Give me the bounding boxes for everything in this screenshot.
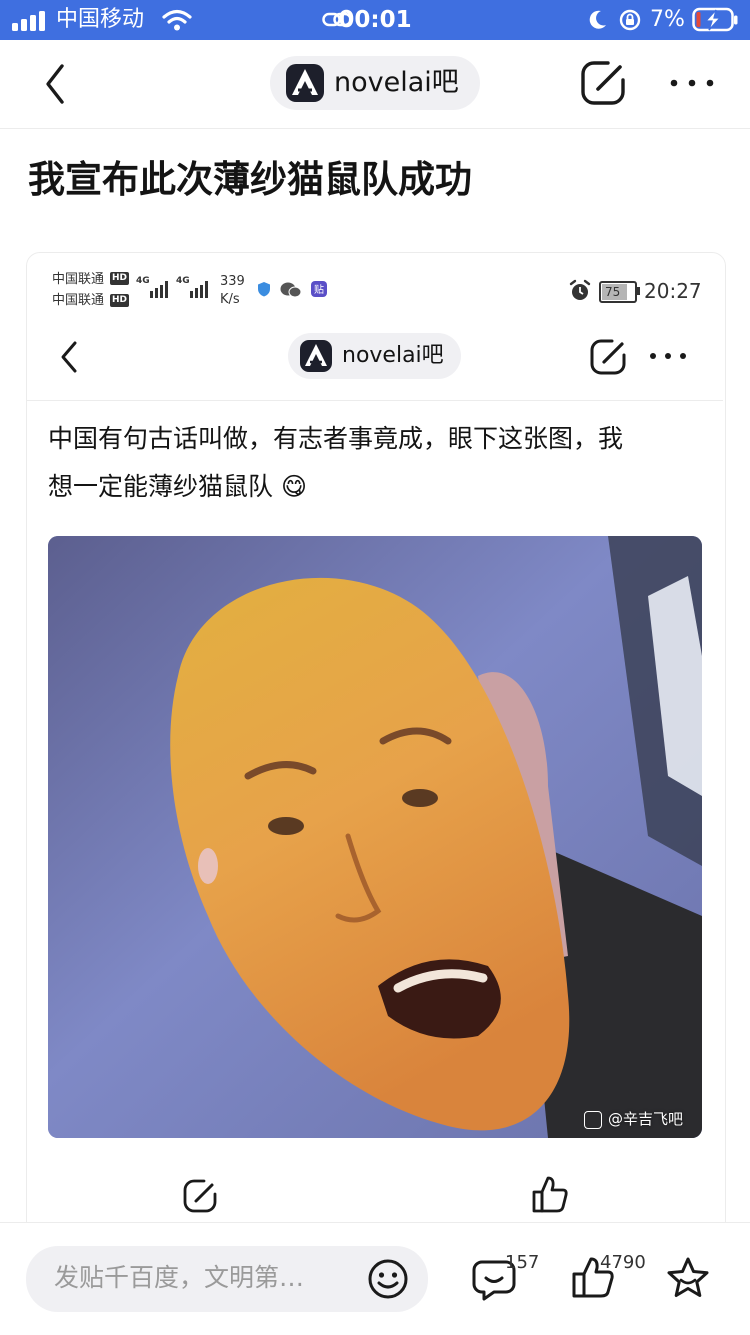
edit-button[interactable] (578, 58, 628, 108)
forum-name[interactable]: novelai吧 (334, 64, 459, 102)
rotation-lock-icon (619, 9, 641, 31)
embedded-reply-icon (183, 1179, 217, 1213)
favorite-button[interactable] (664, 1255, 712, 1301)
signal-icon (150, 281, 168, 298)
shield-icon (258, 282, 270, 297)
battery-nub (637, 287, 640, 295)
embedded-body-line-2: 想一定能薄纱猫鼠队 😋 (48, 463, 708, 511)
embedded-forum-name: novelai吧 (342, 343, 444, 368)
embedded-divider (27, 400, 723, 401)
tieba-watermark-icon (584, 1111, 602, 1129)
back-icon (46, 64, 64, 104)
post-title: 我宣布此次薄纱猫鼠队成功 (28, 158, 472, 201)
embedded-time: 20:27 (644, 279, 702, 303)
meme-image[interactable] (48, 536, 702, 1138)
embedded-like-icon (532, 1176, 568, 1213)
embedded-post-body: 中国有句古话叫做，有志者事竟成，眼下这张图，我 想一定能薄纱猫鼠队 😋 (48, 415, 708, 511)
meme-illustration (48, 536, 702, 1138)
embedded-back-icon (61, 341, 77, 373)
back-button[interactable] (36, 62, 76, 106)
wechat-icon (280, 282, 302, 298)
embedded-body-line-2-text: 想一定能薄纱猫鼠队 (48, 472, 274, 501)
emoji-button[interactable] (366, 1257, 410, 1301)
hd-badge-1: HD (110, 272, 130, 285)
status-bar: 中国移动 00:01 7% (0, 0, 750, 40)
embedded-battery-icon: 75 (599, 281, 637, 303)
hd-badge-2: HD (110, 294, 130, 307)
like-count: 4790 (600, 1252, 646, 1273)
edit-icon (581, 61, 625, 105)
embedded-carrier-1: 中国联通 (52, 272, 105, 287)
smiley-icon (368, 1259, 408, 1299)
signal-icon-2 (190, 281, 208, 298)
svg-text:贴: 贴 (314, 283, 324, 296)
yum-emoji: 😋 (280, 472, 308, 501)
net-speed-value: 339 (220, 274, 245, 289)
embedded-more-icon (650, 353, 686, 359)
tieba-icon: 贴 (311, 281, 327, 297)
battery-percent: 7% (650, 7, 685, 32)
embedded-body-line-1: 中国有句古话叫做，有志者事竟成，眼下这张图，我 (48, 424, 624, 453)
embedded-forum-logo-icon (300, 340, 332, 372)
embedded-carrier-2: 中国联通 (52, 293, 105, 308)
net-speed-unit: K/s (220, 292, 240, 307)
battery-charging-icon (692, 7, 738, 32)
reply-placeholder: 发贴千百度，文明第… (54, 1263, 305, 1292)
more-icon (670, 79, 714, 87)
comment-count: 157 (505, 1252, 540, 1273)
network-type-2: 4G (176, 276, 190, 286)
network-type-1: 4G (136, 276, 150, 286)
star-icon (667, 1257, 709, 1297)
moon-icon (589, 10, 606, 29)
image-watermark: @辛吉飞吧 (608, 1110, 684, 1128)
alarm-icon (569, 279, 591, 300)
more-button[interactable] (668, 70, 716, 96)
embedded-battery-level: 75 (605, 285, 621, 299)
forum-logo-icon[interactable] (286, 64, 324, 102)
embedded-edit-icon (590, 339, 626, 375)
